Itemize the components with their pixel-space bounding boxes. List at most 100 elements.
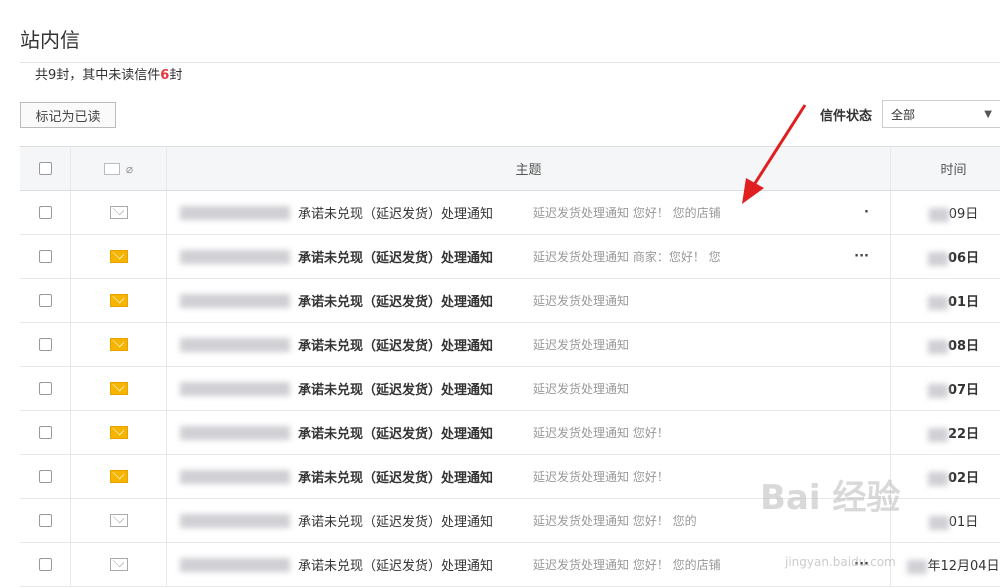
row-subject[interactable]: 承诺未兑现（延迟发货）处理通知 <box>298 379 493 398</box>
row-subject-cell[interactable]: 承诺未兑现（延迟发货）处理通知延迟发货处理通知 <box>167 323 891 367</box>
row-checkbox-cell <box>20 411 71 455</box>
row-preview: 延迟发货处理通知 您好！ 您的店铺 <box>533 204 721 221</box>
redacted-block <box>180 470 290 484</box>
read-envelope-icon <box>110 514 128 527</box>
read-envelope-icon <box>110 558 128 571</box>
table-row[interactable]: 承诺未兑现（延迟发货）处理通知延迟发货处理通知 您好！ 22日 <box>20 411 1000 455</box>
row-status-cell <box>71 191 167 235</box>
redacted-block <box>180 426 290 440</box>
row-time: 09日 <box>949 207 979 222</box>
row-preview: 延迟发货处理通知 您好！ 您的 <box>533 512 697 529</box>
row-time: 06日 <box>948 251 979 266</box>
row-checkbox[interactable] <box>39 382 52 395</box>
row-time-cell: 06日 <box>891 235 1000 279</box>
row-time: 08日 <box>948 339 979 354</box>
row-checkbox-cell <box>20 543 71 587</box>
paperclip-icon: ⌀ <box>126 162 133 176</box>
row-subject[interactable]: 承诺未兑现（延迟发货）处理通知 <box>298 291 493 310</box>
row-checkbox-cell <box>20 279 71 323</box>
redacted-block <box>180 514 290 528</box>
row-time-cell: 01日 <box>891 279 1000 323</box>
unread-envelope-icon <box>110 294 128 307</box>
mark-as-read-button[interactable]: 标记为已读 <box>20 102 116 128</box>
row-more: · <box>864 205 869 220</box>
unread-count: 6 <box>160 68 169 83</box>
row-time: 01日 <box>948 295 979 310</box>
row-status-cell <box>71 235 167 279</box>
table-row[interactable]: 承诺未兑现（延迟发货）处理通知 延迟发货处理通知 您好！ 您的店铺 · 09日 <box>20 191 1000 235</box>
table-row[interactable]: 承诺未兑现（延迟发货）处理通知延迟发货处理通知 07日 <box>20 367 1000 411</box>
row-status-cell <box>71 279 167 323</box>
select-all-checkbox[interactable] <box>39 162 52 175</box>
redacted-block <box>180 558 290 572</box>
row-time: 22日 <box>948 427 979 442</box>
row-checkbox[interactable] <box>39 470 52 483</box>
baidu-watermark-url: jingyan.baidu.com <box>785 555 896 569</box>
unread-envelope-icon <box>110 426 128 439</box>
row-subject[interactable]: 承诺未兑现（延迟发货）处理通知 <box>298 555 493 574</box>
table-row[interactable]: 承诺未兑现（延迟发货）处理通知延迟发货处理通知 08日 <box>20 323 1000 367</box>
row-subject-cell[interactable]: 承诺未兑现（延迟发货）处理通知延迟发货处理通知 <box>167 367 891 411</box>
row-subject-cell[interactable]: 承诺未兑现（延迟发货）处理通知延迟发货处理通知 您好！ <box>167 411 891 455</box>
row-time: 01日 <box>949 515 979 530</box>
row-checkbox[interactable] <box>39 250 52 263</box>
mail-status-value: 全部 <box>891 106 915 123</box>
redacted-block <box>180 382 290 396</box>
row-subject-cell[interactable]: 承诺未兑现（延迟发货）处理通知延迟发货处理通知 您好！ 您的店铺··· <box>167 543 891 587</box>
row-checkbox[interactable] <box>39 338 52 351</box>
time-header: 时间 <box>891 147 1000 191</box>
read-envelope-icon <box>110 206 128 219</box>
row-preview: 延迟发货处理通知 商家：您好！ 您 <box>533 248 721 265</box>
row-subject-cell[interactable]: 承诺未兑现（延迟发货）处理通知 延迟发货处理通知 您好！ 您的店铺 · <box>167 191 891 235</box>
row-status-cell <box>71 323 167 367</box>
redacted-block <box>180 338 290 352</box>
select-all-cell <box>20 147 71 191</box>
row-checkbox[interactable] <box>39 206 52 219</box>
row-status-cell <box>71 367 167 411</box>
row-status-cell <box>71 499 167 543</box>
row-subject[interactable]: 承诺未兑现（延迟发货）处理通知 <box>298 511 493 530</box>
redacted-block <box>929 208 949 222</box>
row-checkbox-cell <box>20 191 71 235</box>
row-subject[interactable]: 承诺未兑现（延迟发货）处理通知 <box>298 203 493 222</box>
row-time-cell: 22日 <box>891 411 1000 455</box>
table-row[interactable]: 承诺未兑现（延迟发货）处理通知 延迟发货处理通知 商家：您好！ 您 ··· 06日 <box>20 235 1000 279</box>
redacted-block <box>907 560 927 574</box>
row-checkbox-cell <box>20 499 71 543</box>
redacted-block <box>180 206 290 220</box>
redacted-block <box>928 252 948 266</box>
row-time: 02日 <box>948 471 979 486</box>
row-time-cell: 09日 <box>891 191 1000 235</box>
table-row[interactable]: 承诺未兑现（延迟发货）处理通知延迟发货处理通知 01日 <box>20 279 1000 323</box>
summary-prefix: 共9封，其中未读信件 <box>35 68 160 83</box>
row-preview: 延迟发货处理通知 您好！ 您的店铺 <box>533 556 721 573</box>
row-checkbox-cell <box>20 455 71 499</box>
row-subject[interactable]: 承诺未兑现（延迟发货）处理通知 <box>298 335 493 354</box>
row-checkbox-cell <box>20 367 71 411</box>
row-status-cell <box>71 411 167 455</box>
row-subject-cell[interactable]: 承诺未兑现（延迟发货）处理通知延迟发货处理通知 <box>167 279 891 323</box>
mail-status-select[interactable]: 全部 ▼ <box>882 100 1000 128</box>
redacted-block <box>928 472 948 486</box>
unread-envelope-icon <box>110 470 128 483</box>
row-subject-cell[interactable]: 承诺未兑现（延迟发货）处理通知 延迟发货处理通知 商家：您好！ 您 ··· <box>167 235 891 279</box>
row-subject[interactable]: 承诺未兑现（延迟发货）处理通知 <box>298 423 493 442</box>
icon-header-cell: ⌀ <box>71 147 167 191</box>
row-subject[interactable]: 承诺未兑现（延迟发货）处理通知 <box>298 467 493 486</box>
row-time: 07日 <box>948 383 979 398</box>
row-checkbox[interactable] <box>39 558 52 571</box>
redacted-block <box>180 250 290 264</box>
row-checkbox-cell <box>20 323 71 367</box>
redacted-block <box>180 294 290 308</box>
row-subject[interactable]: 承诺未兑现（延迟发货）处理通知 <box>298 247 493 266</box>
row-checkbox[interactable] <box>39 294 52 307</box>
row-checkbox-cell <box>20 235 71 279</box>
redacted-block <box>928 384 948 398</box>
row-more: ··· <box>854 249 869 264</box>
row-time: 年12月04日 <box>927 559 999 574</box>
row-time-cell: 02日 <box>891 455 1000 499</box>
row-checkbox[interactable] <box>39 514 52 527</box>
unread-envelope-icon <box>110 250 128 263</box>
baidu-watermark: Bai 经验 <box>760 470 900 519</box>
row-checkbox[interactable] <box>39 426 52 439</box>
